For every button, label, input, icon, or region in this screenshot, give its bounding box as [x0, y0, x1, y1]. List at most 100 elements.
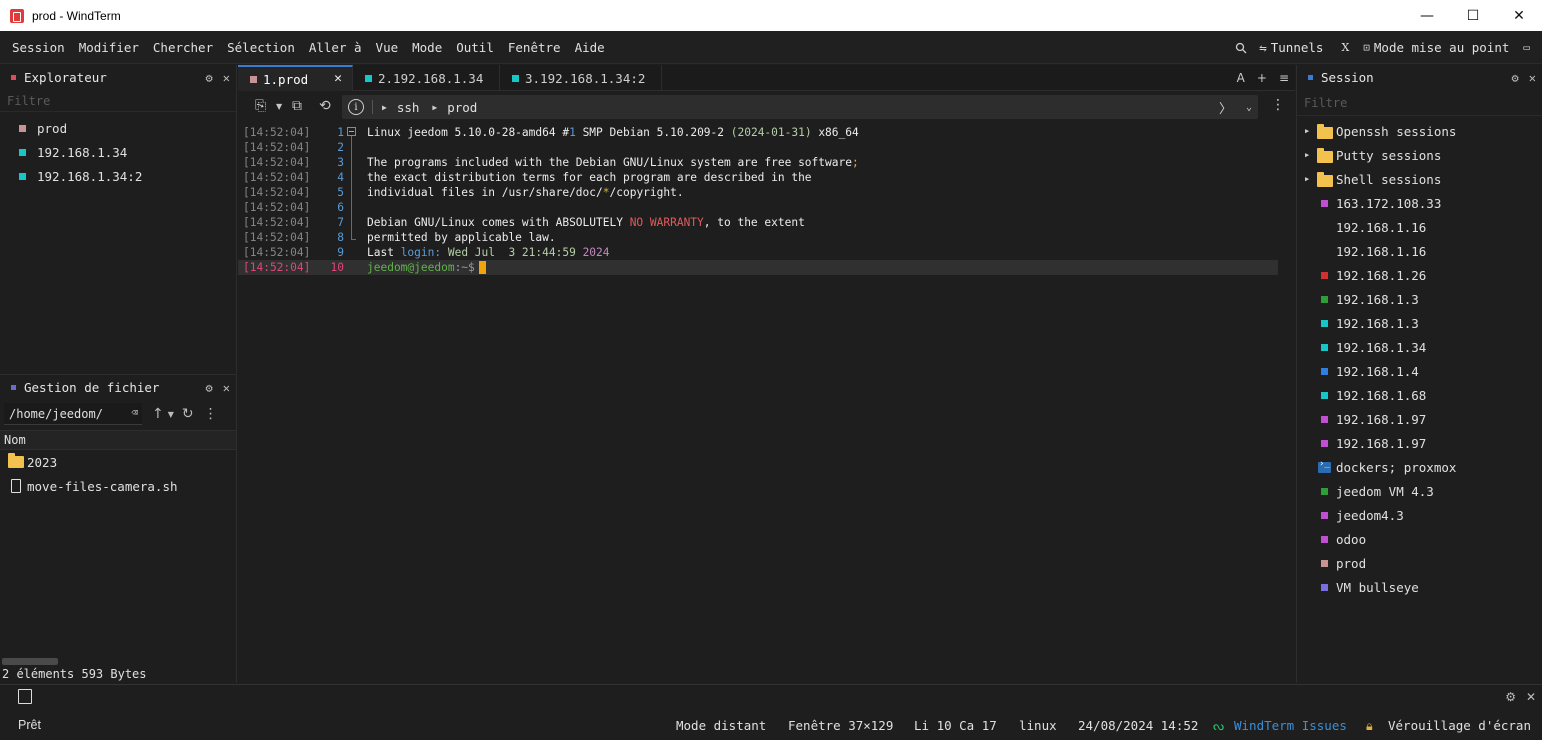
maximize-button[interactable]: ☐ — [1450, 0, 1496, 31]
close-icon[interactable]: ✕ — [334, 71, 342, 86]
session-item[interactable]: 192.168.1.4 — [1297, 359, 1542, 383]
tab-menu-button[interactable]: ≡ — [1279, 71, 1289, 85]
gear-icon[interactable]: ⚙ — [206, 71, 213, 85]
add-tab-button[interactable]: + — [1257, 71, 1267, 85]
session-item-label: jeedom4.3 — [1336, 507, 1404, 523]
status-cursor-position[interactable]: Li 10 Ca 17 — [914, 718, 997, 733]
path-input[interactable]: /home/jeedom/ ⌫ — [4, 403, 142, 425]
refresh-icon[interactable]: ↻ — [182, 406, 194, 422]
horizontal-scrollbar[interactable] — [2, 658, 58, 665]
menu-chercher[interactable]: Chercher — [153, 40, 213, 55]
menu-modifier[interactable]: Modifier — [79, 40, 139, 55]
file-name: 2023 — [27, 454, 58, 470]
session-item[interactable]: dockers; proxmox — [1297, 455, 1542, 479]
menu-outil[interactable]: Outil — [456, 40, 494, 55]
session-item[interactable]: 163.172.108.33 — [1297, 191, 1542, 215]
close-icon[interactable]: ✕ — [1529, 71, 1536, 85]
session-item[interactable]: 192.168.1.3 — [1297, 287, 1542, 311]
explorer-filter-input[interactable]: Filtre — [0, 90, 236, 112]
status-mode[interactable]: Mode distant — [676, 718, 766, 733]
session-item[interactable]: VM bullseye — [1297, 575, 1542, 599]
session-item[interactable]: prod — [1297, 551, 1542, 575]
session-item[interactable]: 192.168.1.3 — [1297, 311, 1542, 335]
chevron-right-icon: ▶ — [382, 102, 387, 112]
session-item[interactable]: 192.168.1.16 — [1297, 239, 1542, 263]
text-segment: Linux jeedom 5.10.0-28-amd64 # — [367, 126, 570, 139]
folder-icon — [1317, 171, 1333, 187]
session-filter-input[interactable]: Filtre — [1297, 90, 1542, 116]
chevron-down-icon[interactable]: ▼ — [168, 410, 174, 419]
session-item[interactable]: 192.168.1.97 — [1297, 407, 1542, 431]
info-icon[interactable]: i — [348, 99, 364, 115]
windterm-logo-icon — [10, 8, 24, 23]
explorer-item[interactable]: 192.168.1.34:2 — [0, 164, 236, 188]
session-item[interactable]: 192.168.1.97 — [1297, 431, 1542, 455]
search-icon[interactable] — [1235, 42, 1247, 54]
minimize-button[interactable]: — — [1404, 0, 1450, 31]
reconnect-icon[interactable]: ⟲ — [319, 98, 331, 114]
more-vertical-icon[interactable]: ⋮ — [1271, 97, 1285, 113]
lock-icon: 🔒︎ — [1366, 718, 1373, 733]
menu-vue[interactable]: Vue — [376, 40, 399, 55]
chevron-down-icon[interactable]: ▼ — [276, 102, 282, 111]
arrow-up-icon[interactable]: ↑ — [152, 406, 164, 422]
gear-icon[interactable]: ⚙ — [206, 381, 213, 395]
session-item[interactable]: 192.168.1.16 — [1297, 215, 1542, 239]
close-icon[interactable]: ✕ — [223, 71, 230, 85]
session-item[interactable]: odoo — [1297, 527, 1542, 551]
focus-mode-button[interactable]: Mode mise au point — [1374, 40, 1509, 55]
x-button[interactable]: X — [1341, 41, 1349, 54]
clear-path-icon[interactable]: ⌫ — [131, 406, 138, 419]
file-row[interactable]: 2023 — [0, 450, 236, 474]
menu-aide[interactable]: Aide — [575, 40, 605, 55]
more-vertical-icon[interactable]: ⋮ — [204, 406, 218, 422]
new-session-icon[interactable]: ⎘ — [255, 98, 266, 114]
explorer-item[interactable]: prod — [0, 116, 236, 140]
session-item[interactable]: 192.168.1.34 — [1297, 335, 1542, 359]
close-icon[interactable]: ✕ — [1526, 690, 1536, 704]
output-icon[interactable] — [18, 689, 32, 704]
session-item-label: 163.172.108.33 — [1336, 195, 1442, 211]
menu-mode[interactable]: Mode — [412, 40, 442, 55]
address-bar[interactable]: i ▶ ssh ▶ prod 〉 ⌄ — [342, 95, 1258, 119]
gear-icon[interactable]: ⚙ — [1505, 690, 1516, 704]
close-icon[interactable]: ✕ — [223, 381, 230, 395]
tab-2[interactable]: 2.192.168.1.34 — [353, 65, 500, 91]
menu-aller-a[interactable]: Aller à — [309, 40, 362, 55]
session-item[interactable]: 192.168.1.68 — [1297, 383, 1542, 407]
tab-3[interactable]: 3.192.168.1.34:2 — [500, 65, 662, 91]
session-group[interactable]: ▶ Shell sessions — [1297, 167, 1542, 191]
screen-lock-button[interactable]: Vérouillage d'écran — [1388, 718, 1531, 733]
explorer-item[interactable]: 192.168.1.34 — [0, 140, 236, 164]
session-item[interactable]: jeedom4.3 — [1297, 503, 1542, 527]
session-group[interactable]: ▶ Openssh sessions — [1297, 119, 1542, 143]
font-button[interactable]: A — [1237, 71, 1245, 85]
tunnels-button[interactable]: Tunnels — [1271, 40, 1324, 55]
status-os[interactable]: linux — [1019, 718, 1057, 733]
tab-1-prod[interactable]: 1.prod ✕ — [238, 65, 353, 91]
menu-selection[interactable]: Sélection — [227, 40, 295, 55]
windterm-issues-link[interactable]: WindTerm Issues — [1234, 718, 1347, 733]
session-item[interactable]: jeedom VM 4.3 — [1297, 479, 1542, 503]
chevron-right-icon[interactable]: ▶ — [1305, 127, 1317, 135]
session-group[interactable]: ▶ Putty sessions — [1297, 143, 1542, 167]
terminal-view[interactable]: [14:52:04] 1 Linux jeedom 5.10.0-28-amd64 … — [238, 122, 1295, 682]
session-item-label: 192.168.1.16 — [1336, 219, 1427, 235]
address-segment-protocol[interactable]: ssh — [397, 100, 420, 115]
address-segment-session[interactable]: prod — [447, 100, 477, 115]
close-window-button[interactable]: ✕ — [1496, 0, 1542, 31]
gear-icon[interactable]: ⚙ — [1512, 71, 1519, 85]
column-header-name[interactable]: Nom — [0, 430, 236, 450]
duplicate-session-icon[interactable]: ⧉ — [292, 98, 302, 114]
file-row[interactable]: move-files-camera.sh — [0, 474, 236, 498]
session-item[interactable]: 192.168.1.26 — [1297, 263, 1542, 287]
go-icon[interactable]: 〉 — [1219, 98, 1232, 117]
chevron-down-icon[interactable]: ⌄ — [1246, 102, 1252, 113]
chevron-right-icon[interactable]: ▶ — [1305, 175, 1317, 183]
menu-session[interactable]: Session — [12, 40, 65, 55]
menu-fenetre[interactable]: Fenêtre — [508, 40, 561, 55]
status-window-size[interactable]: Fenêtre 37×129 — [788, 718, 893, 733]
chevron-right-icon[interactable]: ▶ — [1305, 151, 1317, 159]
session-header: Session ⚙ ✕ — [1297, 65, 1542, 90]
layout-icon[interactable]: ▭ — [1523, 41, 1530, 54]
